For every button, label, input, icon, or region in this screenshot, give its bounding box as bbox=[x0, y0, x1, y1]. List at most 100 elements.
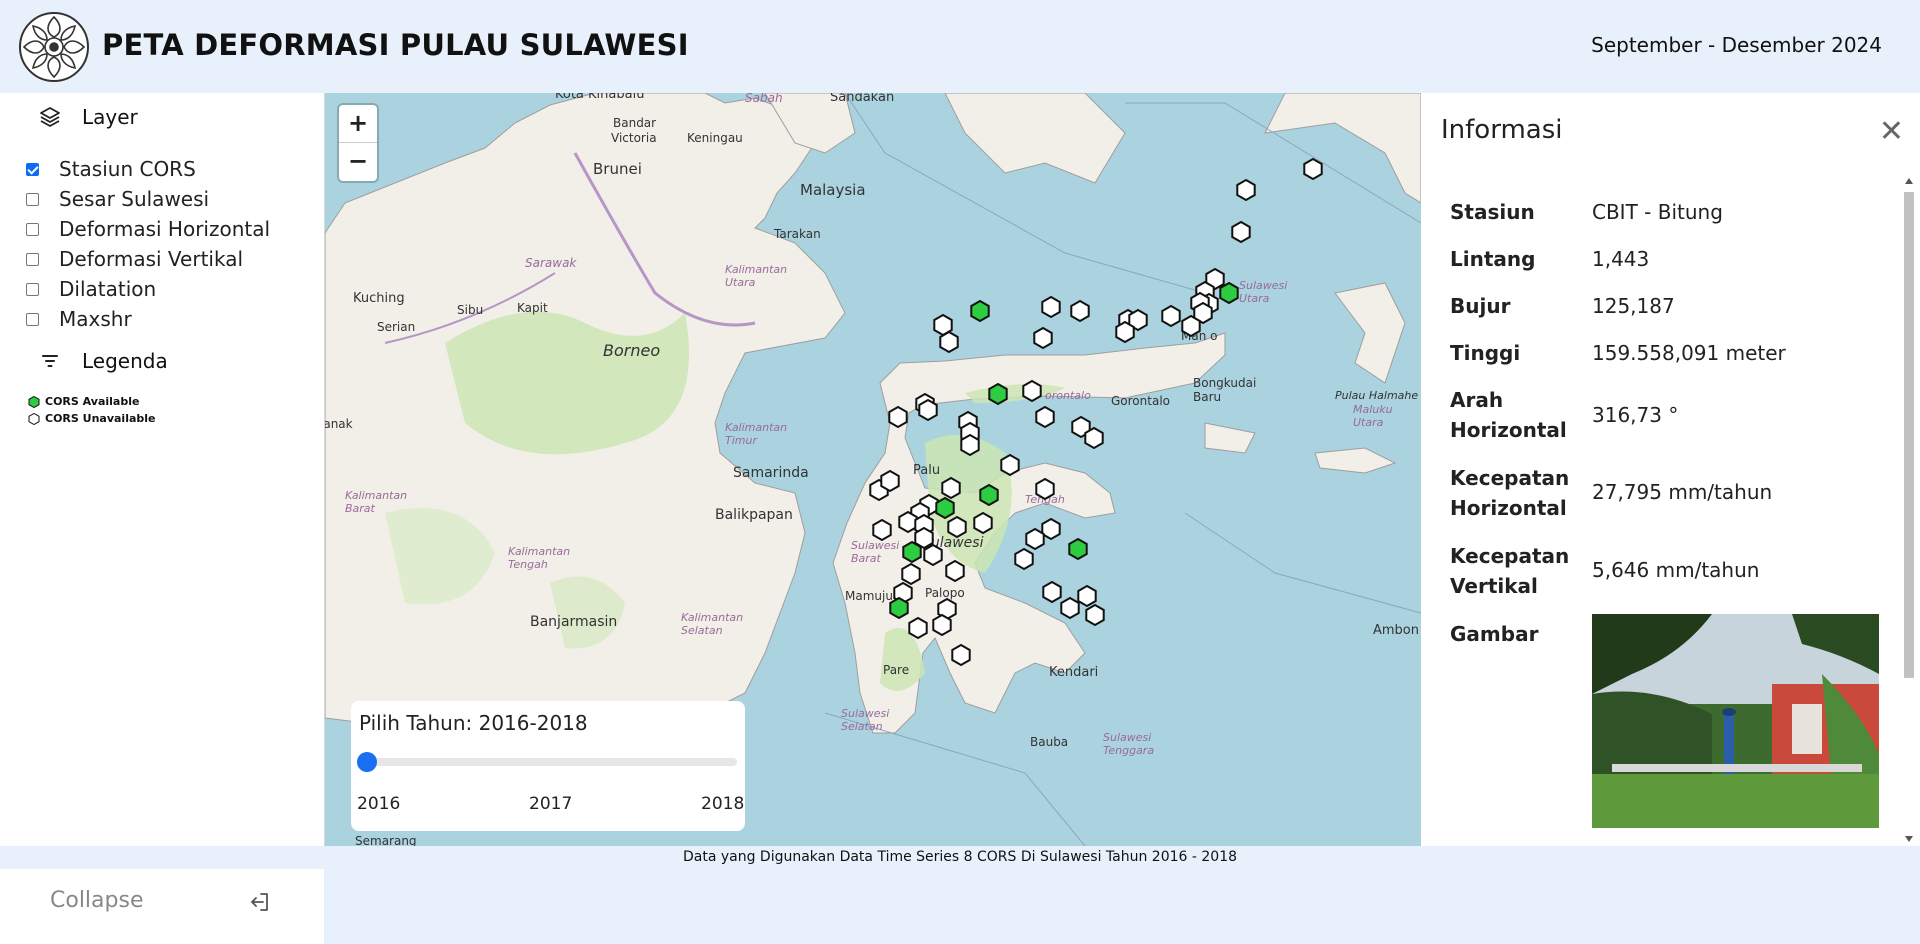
scroll-thumb[interactable] bbox=[1904, 192, 1914, 678]
info-label: Kecepatan Vertikal bbox=[1450, 544, 1570, 598]
layer-heading: Layer bbox=[38, 105, 138, 129]
layer-item-maxshr[interactable]: Maxshr bbox=[26, 307, 132, 331]
info-value-lintang: 1,443 bbox=[1592, 247, 1650, 271]
cors-station-marker-unavailable[interactable] bbox=[901, 562, 921, 586]
layer-item-stasiun-cors[interactable]: Stasiun CORS bbox=[26, 157, 196, 181]
cors-station-marker-unavailable[interactable] bbox=[1041, 517, 1061, 541]
checkbox-dilatation[interactable] bbox=[26, 282, 39, 296]
cors-station-marker-available[interactable] bbox=[889, 596, 909, 620]
cors-station-marker-unavailable[interactable] bbox=[923, 543, 943, 567]
cors-station-marker-unavailable[interactable] bbox=[1035, 405, 1055, 429]
cors-station-marker-unavailable[interactable] bbox=[1115, 320, 1135, 344]
year-slider-panel: Pilih Tahun: 2016-2018 2016 2017 2018 bbox=[351, 701, 745, 831]
checkbox-deformasi-horizontal[interactable] bbox=[26, 222, 39, 236]
cors-station-marker-unavailable[interactable] bbox=[898, 510, 918, 534]
year-tick: 2017 bbox=[529, 794, 573, 814]
cors-station-marker-unavailable[interactable] bbox=[1041, 295, 1061, 319]
info-label: Arah Horizontal bbox=[1450, 388, 1567, 442]
checkbox-stasiun-cors[interactable] bbox=[26, 162, 39, 176]
cors-station-marker-unavailable[interactable] bbox=[1000, 453, 1020, 477]
station-photo-image bbox=[1592, 614, 1879, 828]
cors-station-marker-unavailable[interactable] bbox=[1236, 178, 1256, 202]
year-slider-track[interactable] bbox=[361, 758, 737, 766]
cors-station-marker-unavailable[interactable] bbox=[1231, 220, 1251, 244]
cors-station-marker-unavailable[interactable] bbox=[960, 433, 980, 457]
cors-station-marker-unavailable[interactable] bbox=[947, 515, 967, 539]
collapse-icon[interactable] bbox=[248, 890, 272, 914]
cors-station-marker-unavailable[interactable] bbox=[1181, 314, 1201, 338]
checkbox-sesar-sulawesi[interactable] bbox=[26, 192, 39, 206]
cors-station-marker-unavailable[interactable] bbox=[973, 511, 993, 535]
info-label: Kecepatan Horizontal bbox=[1450, 466, 1570, 520]
cors-station-marker-unavailable[interactable] bbox=[1033, 326, 1053, 350]
checkbox-deformasi-vertikal[interactable] bbox=[26, 252, 39, 266]
info-label: Gambar bbox=[1450, 622, 1539, 646]
cors-station-marker-unavailable[interactable] bbox=[1070, 299, 1090, 323]
cors-station-marker-available[interactable] bbox=[979, 483, 999, 507]
zoom-control: + − bbox=[339, 105, 377, 181]
info-label: Bujur bbox=[1450, 294, 1511, 318]
info-label: Stasiun bbox=[1450, 200, 1535, 224]
legend-heading-label: Legenda bbox=[82, 349, 168, 373]
cors-station-marker-unavailable[interactable] bbox=[1022, 379, 1042, 403]
info-label: Tinggi bbox=[1450, 341, 1521, 365]
cors-station-marker-unavailable[interactable] bbox=[941, 476, 961, 500]
cors-station-marker-unavailable[interactable] bbox=[1303, 157, 1323, 181]
zoom-in-button[interactable]: + bbox=[339, 105, 377, 142]
cors-station-marker-available[interactable] bbox=[1219, 281, 1239, 305]
cors-station-marker-available[interactable] bbox=[988, 382, 1008, 406]
cors-station-marker-unavailable[interactable] bbox=[1035, 477, 1055, 501]
cors-station-marker-unavailable[interactable] bbox=[1085, 603, 1105, 627]
info-title: Informasi bbox=[1441, 115, 1563, 145]
cors-station-marker-unavailable[interactable] bbox=[945, 559, 965, 583]
cors-station-marker-unavailable[interactable] bbox=[888, 405, 908, 429]
year-slider-label: Pilih Tahun: 2016-2018 bbox=[359, 711, 588, 735]
info-scrollbar[interactable] bbox=[1902, 174, 1916, 846]
cors-station-marker-available[interactable] bbox=[970, 299, 990, 323]
close-icon[interactable]: ✕ bbox=[1879, 117, 1904, 147]
cors-station-marker-unavailable[interactable] bbox=[1161, 304, 1181, 328]
year-tick: 2016 bbox=[357, 794, 401, 814]
layer-item-dilatation[interactable]: Dilatation bbox=[26, 277, 156, 301]
cors-station-marker-unavailable[interactable] bbox=[918, 398, 938, 422]
layers-icon bbox=[40, 107, 60, 127]
cors-station-marker-unavailable[interactable] bbox=[1084, 426, 1104, 450]
collapse-button[interactable]: Collapse bbox=[0, 863, 324, 944]
cors-station-marker-available[interactable] bbox=[902, 540, 922, 564]
cors-station-marker-unavailable[interactable] bbox=[1077, 584, 1097, 608]
layer-label: Deformasi Vertikal bbox=[59, 247, 244, 271]
cors-station-marker-unavailable[interactable] bbox=[951, 643, 971, 667]
cors-station-marker-unavailable[interactable] bbox=[872, 518, 892, 542]
map-view[interactable]: Kota Kinabalu Sabah Sandakan Bandar Vict… bbox=[325, 93, 1421, 846]
layer-item-deformasi-vertikal[interactable]: Deformasi Vertikal bbox=[26, 247, 243, 271]
layer-label: Maxshr bbox=[59, 307, 132, 331]
layer-label: Deformasi Horizontal bbox=[59, 217, 271, 241]
period-label: September - Desember 2024 bbox=[1591, 33, 1882, 57]
layer-label: Sesar Sulawesi bbox=[59, 187, 210, 211]
green-hexagon-icon bbox=[28, 395, 40, 408]
cors-station-marker-unavailable[interactable] bbox=[908, 616, 928, 640]
layer-item-deformasi-horizontal[interactable]: Deformasi Horizontal bbox=[26, 217, 270, 241]
info-value-bujur: 125,187 bbox=[1592, 294, 1675, 318]
cors-station-marker-unavailable[interactable] bbox=[1060, 596, 1080, 620]
station-photo bbox=[1592, 614, 1879, 828]
layer-label: Dilatation bbox=[59, 277, 157, 301]
cors-station-marker-unavailable[interactable] bbox=[1014, 547, 1034, 571]
cors-station-marker-unavailable[interactable] bbox=[880, 469, 900, 493]
cors-station-marker-unavailable[interactable] bbox=[1025, 527, 1045, 551]
cors-station-marker-available[interactable] bbox=[935, 496, 955, 520]
cors-station-marker-unavailable[interactable] bbox=[939, 330, 959, 354]
university-logo bbox=[19, 12, 89, 82]
cors-station-marker-unavailable[interactable] bbox=[932, 613, 952, 637]
cors-station-marker-available[interactable] bbox=[1068, 537, 1088, 561]
cors-station-marker-unavailable[interactable] bbox=[1042, 580, 1062, 604]
legend-heading: Legenda bbox=[38, 349, 168, 373]
zoom-out-button[interactable]: − bbox=[339, 142, 377, 180]
layer-item-sesar-sulawesi[interactable]: Sesar Sulawesi bbox=[26, 187, 209, 211]
year-slider-handle[interactable] bbox=[357, 752, 377, 772]
footer-note: Data yang Digunakan Data Time Series 8 C… bbox=[0, 846, 1920, 869]
checkbox-maxshr[interactable] bbox=[26, 312, 39, 326]
collapse-label: Collapse bbox=[50, 888, 144, 913]
sidebar: Layer Stasiun CORS Sesar Sulawesi Deform… bbox=[0, 93, 325, 944]
legend-label: CORS Unavailable bbox=[45, 412, 156, 425]
